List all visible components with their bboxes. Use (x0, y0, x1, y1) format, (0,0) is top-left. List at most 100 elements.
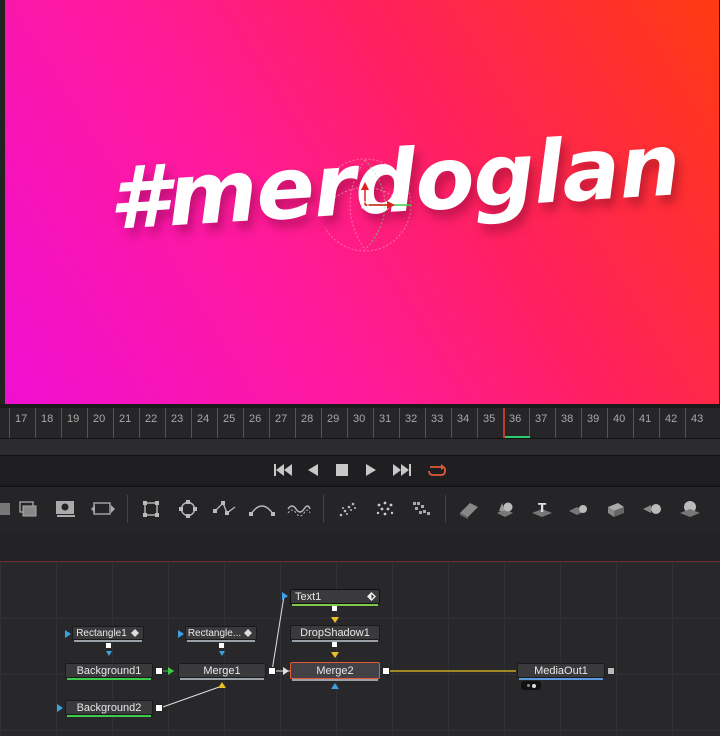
mask-node-icon (243, 628, 253, 638)
background1-effect-mask-port[interactable] (106, 651, 112, 656)
renderer-3d-icon[interactable] (677, 496, 703, 522)
loop-icon (428, 464, 446, 476)
timeline-tick-43: 43 (685, 408, 711, 438)
node-merge1[interactable]: Merge1 (178, 663, 266, 680)
viewer-indicator[interactable] (521, 681, 541, 690)
node-editor-header (0, 531, 720, 562)
dropshadow1-output-port[interactable] (332, 642, 337, 647)
node-mediaout1[interactable]: MediaOut1 (517, 663, 605, 680)
transport-controls (0, 456, 720, 484)
timeline-tick-27: 27 (269, 408, 295, 438)
node-label: MediaOut1 (534, 664, 588, 677)
timeline-tick-29: 29 (321, 408, 347, 438)
timeline-tick-21: 21 (113, 408, 139, 438)
loop-button[interactable] (426, 460, 448, 480)
timeline-tick-40: 40 (607, 408, 633, 438)
timeline-tick-25: 25 (217, 408, 243, 438)
shape-3d-icon[interactable] (492, 496, 518, 522)
transform-widget[interactable] (325, 150, 435, 260)
merge-tool-icon[interactable] (0, 496, 16, 522)
node-label: Background1 (76, 664, 142, 677)
go-to-end-icon (393, 464, 411, 476)
background1-output-port[interactable] (155, 667, 163, 675)
timeline-tick-32: 32 (399, 408, 425, 438)
timeline-tick-22: 22 (139, 408, 165, 438)
node-label: DropShadow1 (300, 626, 370, 639)
node-rectangle1[interactable]: Rectangle1 (72, 626, 144, 642)
camera-3d-icon[interactable] (603, 496, 629, 522)
node-background2[interactable]: Background2 (65, 700, 153, 717)
timeline-tick-42: 42 (659, 408, 685, 438)
timeline-scrubber-bar[interactable] (0, 439, 720, 456)
node-label: Merge1 (203, 664, 241, 677)
node-editor[interactable]: Text1 DropShadow1 Rectangle1 Rectangle..… (0, 562, 720, 736)
timeline-tick-30: 30 (347, 408, 373, 438)
node-label: Merge2 (316, 664, 354, 677)
timeline-tick-24: 24 (191, 408, 217, 438)
bspline-mask-icon[interactable] (249, 496, 275, 522)
text-3d-icon[interactable]: T (529, 496, 555, 522)
play-reverse-icon (308, 464, 318, 476)
mediaout1-output-port[interactable] (607, 667, 615, 675)
text1-output-port[interactable] (332, 606, 337, 611)
rectangle1-input-port[interactable] (65, 630, 71, 638)
fusion-toolbar: T (0, 486, 720, 532)
ellipse-mask-icon[interactable] (175, 496, 201, 522)
play-forward-icon (366, 464, 376, 476)
node-text1[interactable]: Text1 (290, 589, 380, 606)
stop-icon (336, 464, 348, 476)
node-merge2[interactable]: Merge2 (290, 662, 380, 681)
image-plane-3d-icon[interactable] (455, 496, 481, 522)
stop-button[interactable] (331, 460, 353, 480)
dropshadow1-input-port[interactable] (331, 617, 339, 623)
rectangle2-input-port[interactable] (178, 630, 184, 638)
particle-render-icon[interactable] (372, 496, 398, 522)
playhead[interactable] (503, 408, 505, 438)
light-3d-icon[interactable] (640, 496, 666, 522)
view-dot-icon (531, 683, 536, 688)
viewer-canvas[interactable]: #merdoglan (5, 0, 719, 404)
play-forward-button[interactable] (360, 460, 382, 480)
timeline-tick-20: 20 (87, 408, 113, 438)
play-reverse-button[interactable] (302, 460, 324, 480)
rectangle2-output-port[interactable] (219, 643, 224, 648)
node-rectangle2[interactable]: Rectangle... (185, 626, 257, 642)
merge-3d-icon[interactable] (566, 496, 592, 522)
merge1-background-port[interactable] (168, 667, 174, 675)
merge2-foreground-port[interactable] (331, 652, 339, 658)
timeline-tick-26: 26 (243, 408, 269, 438)
timeline-tick-35: 35 (477, 408, 503, 438)
particle-emitter-icon[interactable] (335, 496, 361, 522)
viewer-panel[interactable]: #merdoglan (0, 0, 720, 408)
pixel-grid-icon[interactable] (409, 496, 435, 522)
render-range-marker (505, 436, 530, 438)
node-label: Rectangle... (187, 627, 242, 639)
merge2-effect-mask-port[interactable] (331, 683, 339, 689)
background2-output-port[interactable] (155, 704, 163, 712)
merge1-effect-mask-port[interactable] (219, 651, 225, 656)
merge1-foreground-port[interactable] (218, 682, 226, 688)
background2-input-port[interactable] (57, 704, 63, 712)
merge2-background-port[interactable] (283, 667, 289, 675)
image-tool-icon[interactable] (53, 496, 79, 522)
paint-tool-icon[interactable] (286, 496, 312, 522)
toolbar-divider (445, 495, 446, 523)
go-to-end-button[interactable] (391, 460, 413, 480)
transform-tool-icon[interactable] (90, 496, 116, 522)
timeline-tick-38: 38 (555, 408, 581, 438)
rectangle1-output-port[interactable] (106, 643, 111, 648)
go-to-start-button[interactable] (272, 460, 294, 480)
node-label: Text1 (295, 590, 322, 603)
node-background1[interactable]: Background1 (65, 663, 153, 680)
timeline-tick-19: 19 (61, 408, 87, 438)
timeline-ruler[interactable]: 17 18 19 20 21 22 23 24 25 26 27 28 29 30 31 32 33 34 35 36… (0, 408, 720, 439)
merge1-output-port[interactable] (268, 667, 276, 675)
text1-input-port[interactable] (282, 592, 288, 600)
text-node-icon (366, 592, 376, 602)
rectangle-mask-icon[interactable] (138, 496, 164, 522)
view-dot-icon (526, 684, 530, 687)
node-dropshadow1[interactable]: DropShadow1 (290, 625, 380, 642)
merge2-output-port[interactable] (382, 667, 390, 675)
background-tool-icon[interactable] (15, 496, 41, 522)
polygon-mask-icon[interactable] (212, 496, 238, 522)
